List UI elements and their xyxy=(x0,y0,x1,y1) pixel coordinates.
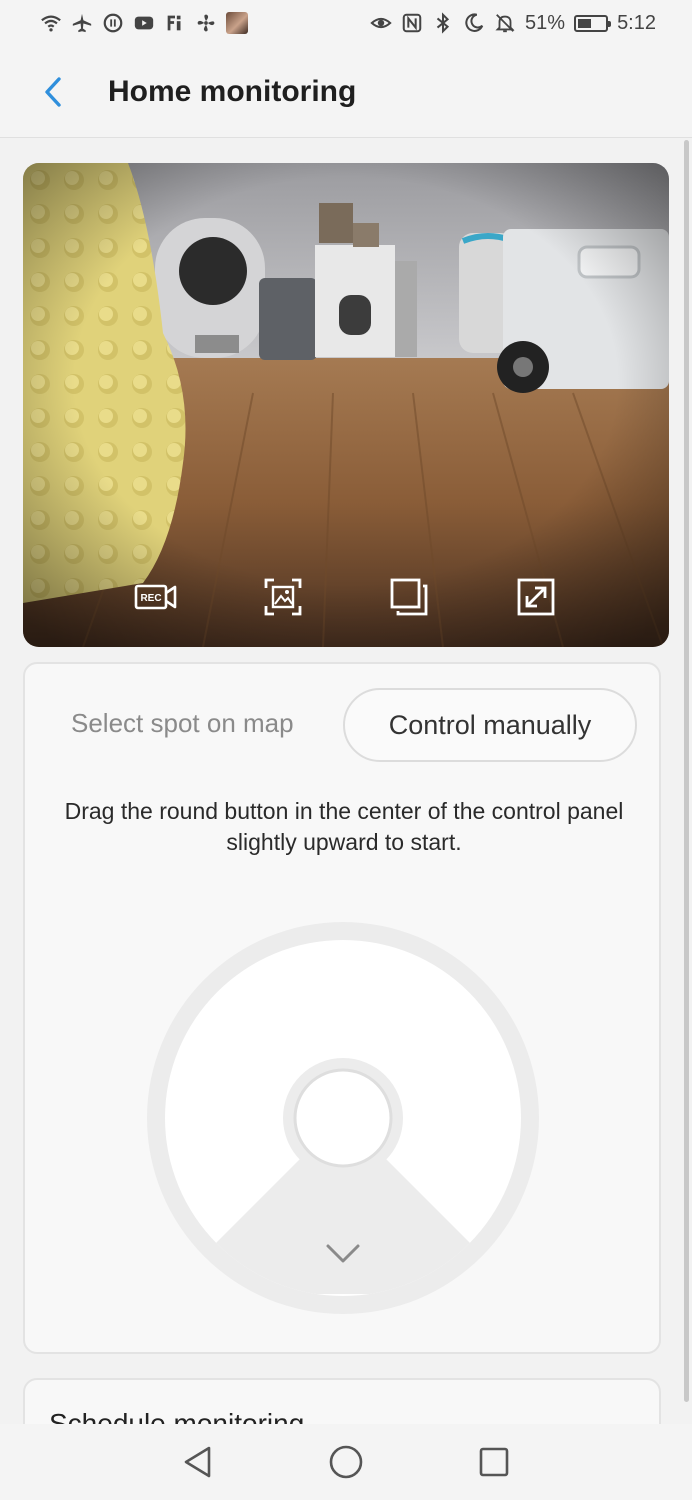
app-bar: Home monitoring xyxy=(0,46,692,138)
recents-square-icon xyxy=(479,1447,509,1477)
control-panel-card: Select spot on map Control manually Drag… xyxy=(23,662,661,1354)
back-button[interactable] xyxy=(24,62,84,122)
eye-icon xyxy=(370,17,392,29)
expand-icon xyxy=(517,578,555,616)
moon-icon xyxy=(465,13,484,32)
scrollbar[interactable] xyxy=(684,140,689,1402)
back-triangle-icon xyxy=(184,1446,211,1478)
record-button[interactable]: REC xyxy=(132,573,180,621)
camera-controls: REC xyxy=(23,547,669,647)
pip-button[interactable] xyxy=(385,573,433,621)
image-frame-icon xyxy=(264,578,302,616)
control-manually-tab[interactable]: Control manually xyxy=(343,688,637,762)
battery-percent: 51% xyxy=(525,11,566,34)
joystick-knob[interactable] xyxy=(293,1068,393,1168)
select-spot-on-map-tab[interactable]: Select spot on map xyxy=(71,708,294,739)
bluetooth-icon xyxy=(436,12,450,34)
data-saver-icon xyxy=(103,13,123,33)
svg-text:REC: REC xyxy=(141,593,162,604)
system-nav-bar xyxy=(0,1424,692,1500)
avatar xyxy=(226,12,248,34)
nav-recents-button[interactable] xyxy=(468,1436,520,1488)
google-fi-icon xyxy=(167,15,181,31)
bell-off-icon xyxy=(495,14,515,33)
fan-icon xyxy=(197,14,215,32)
chevron-left-icon xyxy=(45,76,61,107)
status-bar: 51% 5:12 xyxy=(0,0,692,46)
nav-home-button[interactable] xyxy=(320,1436,372,1488)
camera-feed[interactable]: REC xyxy=(23,163,669,647)
home-circle-icon xyxy=(329,1445,363,1479)
copy-window-icon xyxy=(390,578,428,616)
youtube-icon xyxy=(134,16,154,30)
airplane-icon xyxy=(72,13,92,33)
fullscreen-button[interactable] xyxy=(512,573,560,621)
mode-selector: Select spot on map Control manually xyxy=(25,688,659,764)
nav-back-button[interactable] xyxy=(172,1436,224,1488)
snapshot-button[interactable] xyxy=(259,573,307,621)
status-bar-left xyxy=(40,12,248,34)
nfc-icon xyxy=(402,13,422,33)
wifi-icon xyxy=(41,15,61,32)
rec-icon: REC xyxy=(134,584,177,610)
status-bar-right: 51% 5:12 xyxy=(370,12,656,35)
battery-fill xyxy=(578,18,592,28)
joystick-pad[interactable] xyxy=(145,920,541,1316)
battery-icon xyxy=(574,14,612,32)
instructions-text: Drag the round button in the center of t… xyxy=(64,798,624,855)
clock: 5:12 xyxy=(617,11,656,34)
page-title: Home monitoring xyxy=(108,74,357,108)
